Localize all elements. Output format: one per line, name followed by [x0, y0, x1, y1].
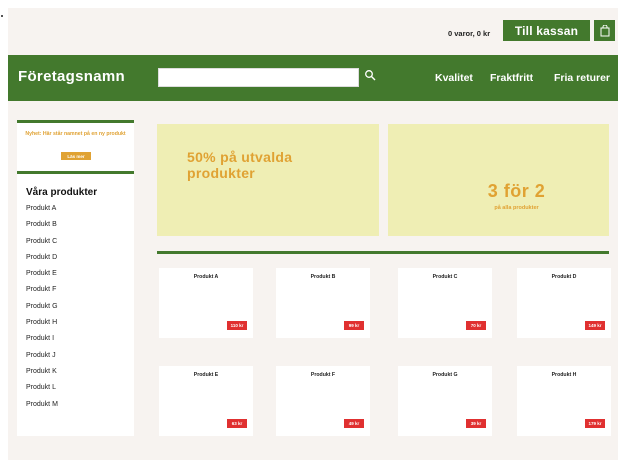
cart-button[interactable]: [594, 20, 615, 41]
product-name: Produkt C: [432, 274, 458, 280]
product-name: Produkt B: [310, 274, 336, 280]
price-badge: 63 kr: [227, 419, 247, 428]
product-card[interactable]: Produkt H 179 kr: [517, 366, 611, 436]
product-name: Produkt D: [551, 274, 577, 280]
shopping-bag-icon: [600, 24, 609, 36]
section-divider: [157, 251, 609, 254]
sidebar-item-produkt-j[interactable]: Produkt J: [26, 352, 58, 368]
product-name: Produkt A: [193, 274, 219, 280]
price-badge: 149 kr: [585, 321, 605, 330]
promo-bottom-line: [17, 171, 134, 174]
banner-3-for-2-title: 3 för 2: [487, 181, 546, 201]
price-badge: 39 kr: [466, 419, 486, 428]
sidebar-item-produkt-b[interactable]: Produkt B: [26, 221, 58, 237]
read-more-button[interactable]: Läs mer: [61, 152, 91, 160]
sidebar-item-produkt-c[interactable]: Produkt C: [26, 238, 58, 254]
product-name: Produkt F: [310, 372, 336, 378]
sidebar-item-produkt-m[interactable]: Produkt M: [26, 401, 58, 417]
stray-dot: [1, 15, 3, 17]
product-card[interactable]: Produkt B 99 kr: [276, 268, 370, 338]
company-logo[interactable]: Företagsnamn: [18, 68, 125, 85]
sidebar-item-produkt-l[interactable]: Produkt L: [26, 384, 58, 400]
sidebar-item-produkt-d[interactable]: Produkt D: [26, 254, 58, 270]
price-badge: 99 kr: [344, 321, 364, 330]
checkout-button[interactable]: Till kassan: [503, 20, 590, 41]
main-header: Företagsnamn Kvalitet Fraktfritt Fria re…: [8, 55, 618, 101]
price-badge: 49 kr: [344, 419, 364, 428]
price-badge: 70 kr: [466, 321, 486, 330]
banner-3-for-2[interactable]: 3 för 2 på alla produkter: [388, 124, 609, 236]
search-icon[interactable]: [364, 69, 376, 81]
search-input[interactable]: [158, 68, 359, 87]
product-card[interactable]: Produkt A 110 kr: [159, 268, 253, 338]
product-card[interactable]: Produkt D 149 kr: [517, 268, 611, 338]
sidebar-item-produkt-k[interactable]: Produkt K: [26, 368, 58, 384]
product-name: Produkt G: [432, 372, 458, 378]
product-card[interactable]: Produkt E 63 kr: [159, 366, 253, 436]
sidebar: Nyhet: Här står namnet på en ny produkt …: [17, 120, 134, 436]
sidebar-item-produkt-h[interactable]: Produkt H: [26, 319, 58, 335]
sidebar-title: Våra produkter: [26, 187, 98, 198]
sidebar-item-produkt-e[interactable]: Produkt E: [26, 270, 58, 286]
banner-sale-text: 50% på utvalda produkter: [187, 149, 293, 181]
price-badge: 179 kr: [585, 419, 605, 428]
sidebar-item-produkt-a[interactable]: Produkt A: [26, 205, 58, 221]
banner-sale[interactable]: 50% på utvalda produkter: [157, 124, 379, 236]
sidebar-item-produkt-i[interactable]: Produkt I: [26, 335, 58, 351]
product-name: Produkt H: [551, 372, 577, 378]
product-list: Produkt A Produkt B Produkt C Produkt D …: [26, 205, 58, 417]
product-card[interactable]: Produkt C 70 kr: [398, 268, 492, 338]
promo-top-line: [17, 120, 134, 123]
sidebar-item-produkt-g[interactable]: Produkt G: [26, 303, 58, 319]
price-badge: 110 kr: [227, 321, 247, 330]
nav-fraktfritt[interactable]: Fraktfritt: [490, 72, 533, 84]
banner-3-for-2-subtitle: på alla produkter: [494, 205, 539, 211]
sidebar-item-produkt-f[interactable]: Produkt F: [26, 286, 58, 302]
cart-summary: 0 varor, 0 kr: [448, 29, 491, 38]
nav-fria-returer[interactable]: Fria returer: [554, 72, 610, 84]
promo-text: Nyhet: Här står namnet på en ny produkt: [25, 131, 126, 137]
product-card[interactable]: Produkt F 49 kr: [276, 366, 370, 436]
product-name: Produkt E: [193, 372, 219, 378]
nav-kvalitet[interactable]: Kvalitet: [435, 72, 473, 84]
product-card[interactable]: Produkt G 39 kr: [398, 366, 492, 436]
